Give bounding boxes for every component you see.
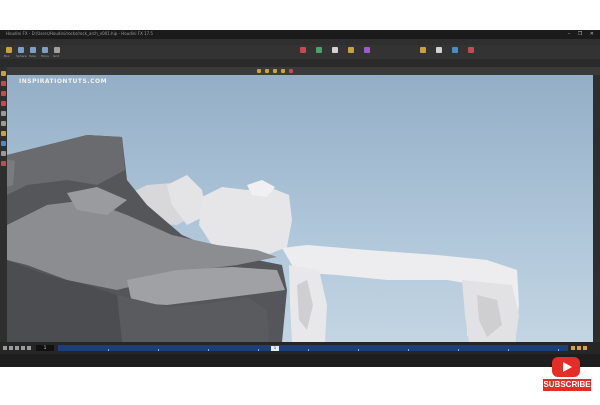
rotate-tool-icon[interactable] [1, 91, 6, 96]
shelf-label-box: Box [4, 54, 10, 58]
right-toolbar [593, 75, 600, 342]
metaball-icon[interactable] [364, 47, 370, 53]
timeline-tick [558, 349, 559, 351]
torus-tool-icon[interactable] [42, 47, 48, 53]
lighting-menu-icon[interactable] [281, 69, 285, 73]
timeline-right-controls [570, 345, 596, 351]
scene-viewport[interactable]: INSPIRATIONTUTS.COM [7, 75, 593, 342]
shading-mode-icon[interactable] [265, 69, 269, 73]
driver-icon[interactable] [332, 47, 338, 53]
window-controls[interactable]: – ❐ ✕ [568, 31, 597, 37]
shelf-label-sphere: Sphere [16, 54, 27, 58]
timeline-tick [408, 349, 409, 351]
grid-tool-icon[interactable] [54, 47, 60, 53]
playback-controls [2, 345, 32, 351]
sphere-tool-icon[interactable] [18, 47, 24, 53]
timeline-tick [158, 349, 159, 351]
timeline-tick [258, 349, 259, 351]
window-title: Houdini FX - D:/Users/Houdini/rocks/rock… [6, 31, 153, 36]
view-tool-icon[interactable] [1, 121, 6, 126]
shelf-label-tube: Tube [29, 54, 37, 58]
step-forward-icon[interactable] [21, 346, 25, 350]
key-icon[interactable] [571, 346, 575, 350]
handle-tool-icon[interactable] [1, 111, 6, 116]
timeline-tick [108, 349, 109, 351]
status-bar [0, 354, 600, 367]
move-tool-icon[interactable] [1, 81, 6, 86]
play-icon[interactable] [15, 346, 19, 350]
viewport-toolbar [7, 67, 600, 75]
shelf-label-torus: Torus [41, 54, 49, 58]
tab-strip [0, 59, 600, 67]
magnet-tool-icon[interactable] [1, 151, 6, 156]
brush-tool-icon[interactable] [1, 161, 6, 166]
rewind-icon[interactable] [3, 346, 7, 350]
select-tool-icon[interactable] [1, 71, 6, 76]
fast-forward-icon[interactable] [27, 346, 31, 350]
youtube-play-icon [552, 357, 580, 377]
subscribe-label: SUBSCRIBE [543, 379, 591, 391]
step-back-icon[interactable] [9, 346, 13, 350]
render-region-icon[interactable] [289, 69, 293, 73]
left-toolbar [0, 67, 7, 342]
box-tool-icon[interactable] [6, 47, 12, 53]
timeline: 1 1 [0, 342, 600, 354]
camera-icon[interactable] [420, 47, 426, 53]
auto-key-icon[interactable] [577, 346, 581, 350]
realtime-icon[interactable] [583, 346, 587, 350]
display-options-icon[interactable] [257, 69, 261, 73]
timeline-tick [508, 349, 509, 351]
draw-curve-icon[interactable] [316, 47, 322, 53]
shelf-toolbar: Box Sphere Tube Torus Grid [0, 45, 600, 60]
area-light-icon[interactable] [468, 47, 474, 53]
frame-field[interactable]: 1 [36, 345, 54, 351]
timeline-tick [358, 349, 359, 351]
spot-light-icon[interactable] [452, 47, 458, 53]
snap-tool-icon[interactable] [1, 141, 6, 146]
rock-arch-scene [7, 135, 519, 342]
camera-menu-icon[interactable] [273, 69, 277, 73]
light-icon[interactable] [436, 47, 442, 53]
timeline-tick [458, 349, 459, 351]
spray-paint-icon[interactable] [300, 47, 306, 53]
playhead[interactable]: 1 [271, 346, 279, 351]
lsystem-icon[interactable] [348, 47, 354, 53]
title-bar: Houdini FX - D:/Users/Houdini/rocks/rock… [0, 30, 600, 39]
pose-tool-icon[interactable] [1, 131, 6, 136]
timeline-tick [308, 349, 309, 351]
houdini-window: Houdini FX - D:/Users/Houdini/rocks/rock… [0, 30, 600, 367]
shelf-label-grid: Grid [53, 54, 60, 58]
frame-range-bar[interactable]: 1 [58, 345, 568, 351]
watermark: INSPIRATIONTUTS.COM [19, 78, 108, 85]
tube-tool-icon[interactable] [30, 47, 36, 53]
scale-tool-icon[interactable] [1, 101, 6, 106]
subscribe-badge[interactable]: SUBSCRIBE [543, 357, 591, 397]
timeline-tick [208, 349, 209, 351]
